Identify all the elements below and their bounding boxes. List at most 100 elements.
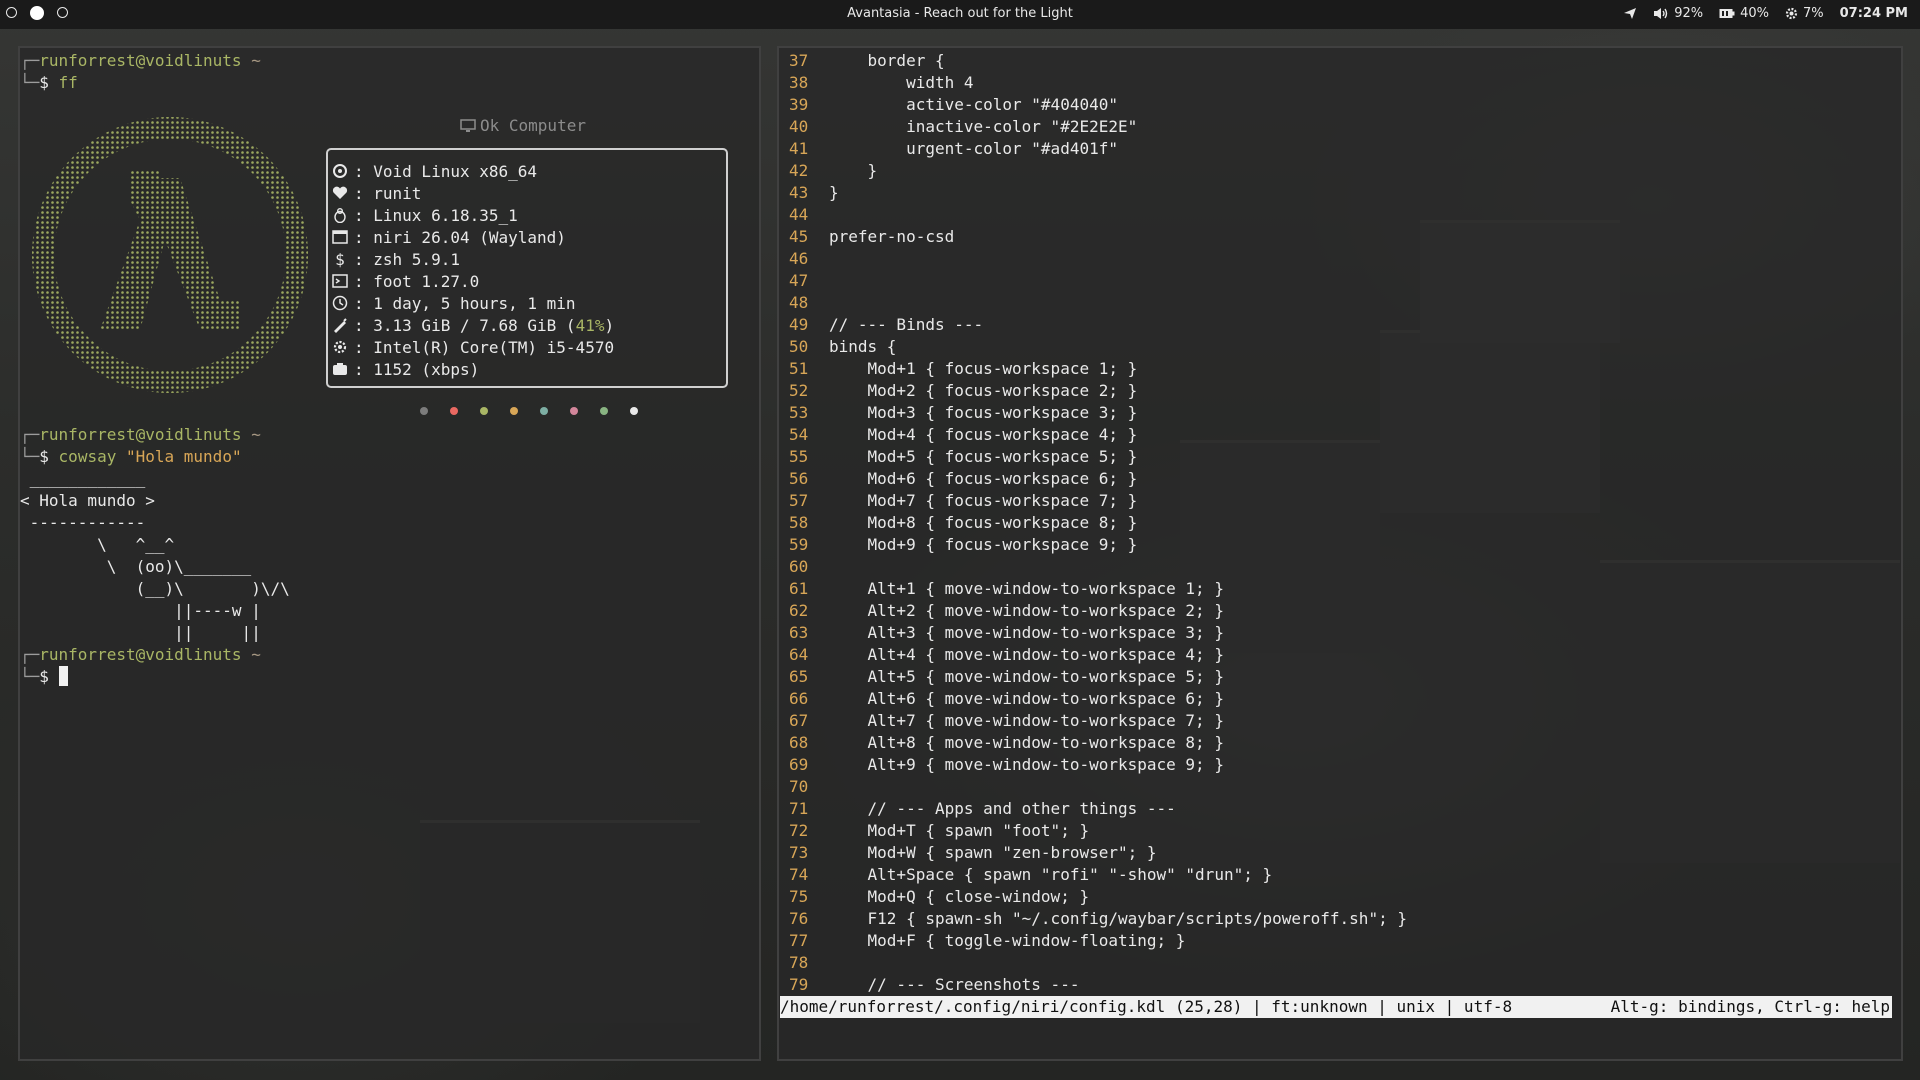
line-number: 66: [789, 689, 809, 708]
system-tray: 92% 40% 7% 07:24 PM: [1623, 6, 1908, 21]
fastfetch-row: : 1152 (xbps): [326, 358, 479, 380]
terminal-window[interactable]: ┌─runforrest@voidlinuts ~ └─$ ff Ok Comp…: [18, 46, 761, 1061]
battery-status[interactable]: 40%: [1719, 6, 1769, 21]
command-name: cowsay: [58, 447, 117, 466]
code-line: 37 border {: [779, 50, 945, 72]
palette-swatch: [600, 407, 608, 415]
prompt-dir: ~: [251, 51, 261, 70]
code-line: 63 Alt+3 { move-window-to-workspace 3; }: [779, 622, 1224, 644]
code-line: 51 Mod+1 { focus-workspace 1; }: [779, 358, 1137, 380]
top-bar: Avantasia - Reach out for the Light 92% …: [0, 0, 1920, 29]
color-palette: [420, 407, 638, 415]
line-number: 69: [789, 755, 809, 774]
code-line: 68 Alt+8 { move-window-to-workspace 8; }: [779, 732, 1224, 754]
line-number: 68: [789, 733, 809, 752]
clock[interactable]: 07:24 PM: [1840, 6, 1908, 21]
line-number: 59: [789, 535, 809, 554]
code-text: // --- Apps and other things ---: [829, 799, 1176, 818]
fastfetch-row: : 3.13 GiB / 7.68 GiB (41%): [326, 314, 614, 336]
editor-window[interactable]: 37 border {38 width 4 39 active-color "#4…: [777, 46, 1903, 1061]
prompt-line: ┌─runforrest@voidlinuts ~: [20, 425, 261, 444]
fastfetch-row: : Linux 6.18.35_1: [326, 204, 518, 226]
code-line: 60: [779, 556, 829, 578]
code-line: 52 Mod+2 { focus-workspace 2; }: [779, 380, 1137, 402]
code-line: 70: [779, 776, 829, 798]
gear-icon: [1785, 7, 1798, 20]
code-line: 79 // --- Screenshots ---: [779, 974, 1079, 996]
line-number: 79: [789, 975, 809, 994]
battery-icon: [1719, 9, 1735, 18]
fastfetch-separator: :: [354, 359, 374, 379]
line-number: 72: [789, 821, 809, 840]
battery-value: 40%: [1740, 6, 1769, 21]
line-number: 41: [789, 139, 809, 158]
network-status[interactable]: [1623, 7, 1637, 20]
code-text: Alt+2 { move-window-to-workspace 2; }: [829, 601, 1224, 620]
command-arg: "Hola mundo": [125, 447, 242, 466]
fastfetch-title: Ok Computer: [460, 116, 586, 135]
code-text: Mod+T { spawn "foot"; }: [829, 821, 1090, 840]
line-number: 60: [789, 557, 809, 576]
editor-statusbar: /home/runforrest/.config/niri/config.kdl…: [780, 996, 1892, 1018]
cowsay-line: \ ^__^: [20, 535, 175, 554]
code-line: 72 Mod+T { spawn "foot"; }: [779, 820, 1089, 842]
code-text: Mod+6 { focus-workspace 6; }: [829, 469, 1138, 488]
penguin-icon: [330, 204, 350, 226]
code-text: Alt+4 { move-window-to-workspace 4; }: [829, 645, 1224, 664]
line-number: 54: [789, 425, 809, 444]
code-line: 56 Mod+6 { focus-workspace 6; }: [779, 468, 1137, 490]
command-line[interactable]: └─$: [20, 666, 68, 688]
fastfetch-separator: :: [354, 183, 374, 203]
line-number: 73: [789, 843, 809, 862]
fastfetch-separator: :: [354, 337, 374, 357]
code-text: Mod+W { spawn "zen-browser"; }: [829, 843, 1157, 862]
line-number: 77: [789, 931, 809, 950]
code-line: 62 Alt+2 { move-window-to-workspace 2; }: [779, 600, 1224, 622]
cowsay-line: || ||: [20, 623, 261, 642]
fastfetch-separator: :: [354, 271, 374, 291]
speaker-icon: [1654, 8, 1668, 19]
code-text: width 4: [829, 73, 974, 92]
code-line: 49 // --- Binds ---: [779, 314, 983, 336]
prompt-symbol: $: [39, 667, 49, 686]
code-line: 66 Alt+6 { move-window-to-workspace 6; }: [779, 688, 1224, 710]
fastfetch-title-text: Ok Computer: [480, 116, 586, 135]
fastfetch-separator: :: [354, 293, 374, 313]
code-text: Mod+1 { focus-workspace 1; }: [829, 359, 1138, 378]
code-text: }: [829, 161, 878, 180]
code-line: 46: [779, 248, 829, 270]
code-line: 39 active-color "#404040": [779, 94, 1118, 116]
fastfetch-value: runit: [373, 183, 422, 203]
palette-swatch: [450, 407, 458, 415]
line-number: 63: [789, 623, 809, 642]
code-text: Mod+5 { focus-workspace 5; }: [829, 447, 1138, 466]
fastfetch-value: 1 day, 5 hours, 1 min: [373, 293, 576, 313]
cpu-status[interactable]: 7%: [1785, 6, 1824, 21]
fastfetch-separator: :: [354, 161, 374, 181]
distro-logo-art: [30, 100, 310, 410]
code-line: 54 Mod+4 { focus-workspace 4; }: [779, 424, 1137, 446]
code-text: F12 { spawn-sh "~/.config/waybar/scripts…: [829, 909, 1407, 928]
prompt-symbol: $: [39, 447, 49, 466]
line-number: 70: [789, 777, 809, 796]
volume-status[interactable]: 92%: [1653, 6, 1703, 21]
code-text: Mod+8 { focus-workspace 8; }: [829, 513, 1138, 532]
line-number: 62: [789, 601, 809, 620]
cowsay-line: ------------: [20, 513, 146, 532]
code-line: 61 Alt+1 { move-window-to-workspace 1; }: [779, 578, 1224, 600]
package-icon: [330, 358, 350, 380]
line-number: 49: [789, 315, 809, 334]
prompt-symbol: $: [39, 73, 49, 92]
cowsay-line: < Hola mundo >: [20, 491, 155, 510]
fastfetch-value: zsh 5.9.1: [373, 249, 460, 269]
code-line: 55 Mod+5 { focus-workspace 5; }: [779, 446, 1137, 468]
code-line: 50 binds {: [779, 336, 896, 358]
fastfetch-row: : niri 26.04 (Wayland): [326, 226, 566, 248]
cpu-icon: [330, 336, 350, 358]
code-line: 58 Mod+8 { focus-workspace 8; }: [779, 512, 1137, 534]
code-text: active-color "#404040": [829, 95, 1118, 114]
line-number: 74: [789, 865, 809, 884]
code-line: 74 Alt+Space { spawn "rofi" "-show" "dru…: [779, 864, 1272, 886]
code-line: 71 // --- Apps and other things ---: [779, 798, 1176, 820]
fastfetch-value: niri 26.04 (Wayland): [373, 227, 566, 247]
